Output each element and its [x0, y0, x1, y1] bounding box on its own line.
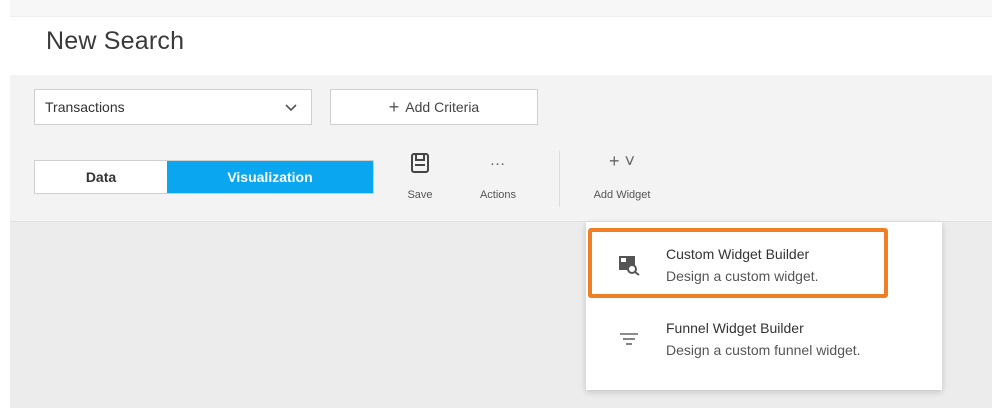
toolbar-divider — [559, 151, 560, 207]
page-header: New Search — [10, 16, 992, 76]
save-icon — [411, 153, 429, 173]
menu-item-description: Design a custom widget. — [666, 268, 819, 284]
toolbar: Data Visualization Save … Actions + ˅ Ad… — [10, 137, 992, 222]
criteria-row: Transactions + Add Criteria — [10, 75, 992, 137]
source-select-value: Transactions — [45, 99, 125, 115]
add-criteria-button[interactable]: + Add Criteria — [330, 89, 538, 125]
menu-item-description: Design a custom funnel widget. — [666, 342, 861, 358]
widget-builder-icon — [619, 256, 640, 276]
save-label: Save — [407, 189, 433, 201]
add-criteria-label: Add Criteria — [405, 99, 480, 115]
actions-button[interactable]: … Actions — [468, 151, 528, 201]
menu-item-funnel-widget-builder[interactable]: Funnel Widget Builder Design a custom fu… — [586, 302, 942, 376]
add-widget-button[interactable]: + ˅ Add Widget — [584, 151, 660, 201]
funnel-icon — [620, 333, 638, 345]
menu-item-title: Funnel Widget Builder — [666, 320, 804, 336]
source-select[interactable]: Transactions — [34, 89, 312, 125]
page-title: New Search — [46, 27, 185, 55]
save-button[interactable]: Save — [400, 151, 440, 201]
chevron-down-icon — [285, 104, 297, 112]
view-toggle: Data Visualization — [34, 160, 374, 194]
actions-label: Actions — [479, 189, 517, 201]
add-widget-label: Add Widget — [593, 189, 651, 201]
menu-item-custom-widget-builder[interactable]: Custom Widget Builder Design a custom wi… — [586, 228, 942, 302]
tab-visualization[interactable]: Visualization — [167, 161, 373, 193]
menu-item-title: Custom Widget Builder — [666, 246, 810, 262]
tab-data[interactable]: Data — [35, 161, 167, 193]
more-icon: … — [489, 152, 507, 169]
plus-icon: + — [388, 97, 400, 117]
add-dropdown-icon: + ˅ — [608, 151, 636, 171]
add-widget-menu: Custom Widget Builder Design a custom wi… — [586, 222, 942, 390]
page: New Search Transactions + Add Criteria Da… — [10, 0, 992, 408]
